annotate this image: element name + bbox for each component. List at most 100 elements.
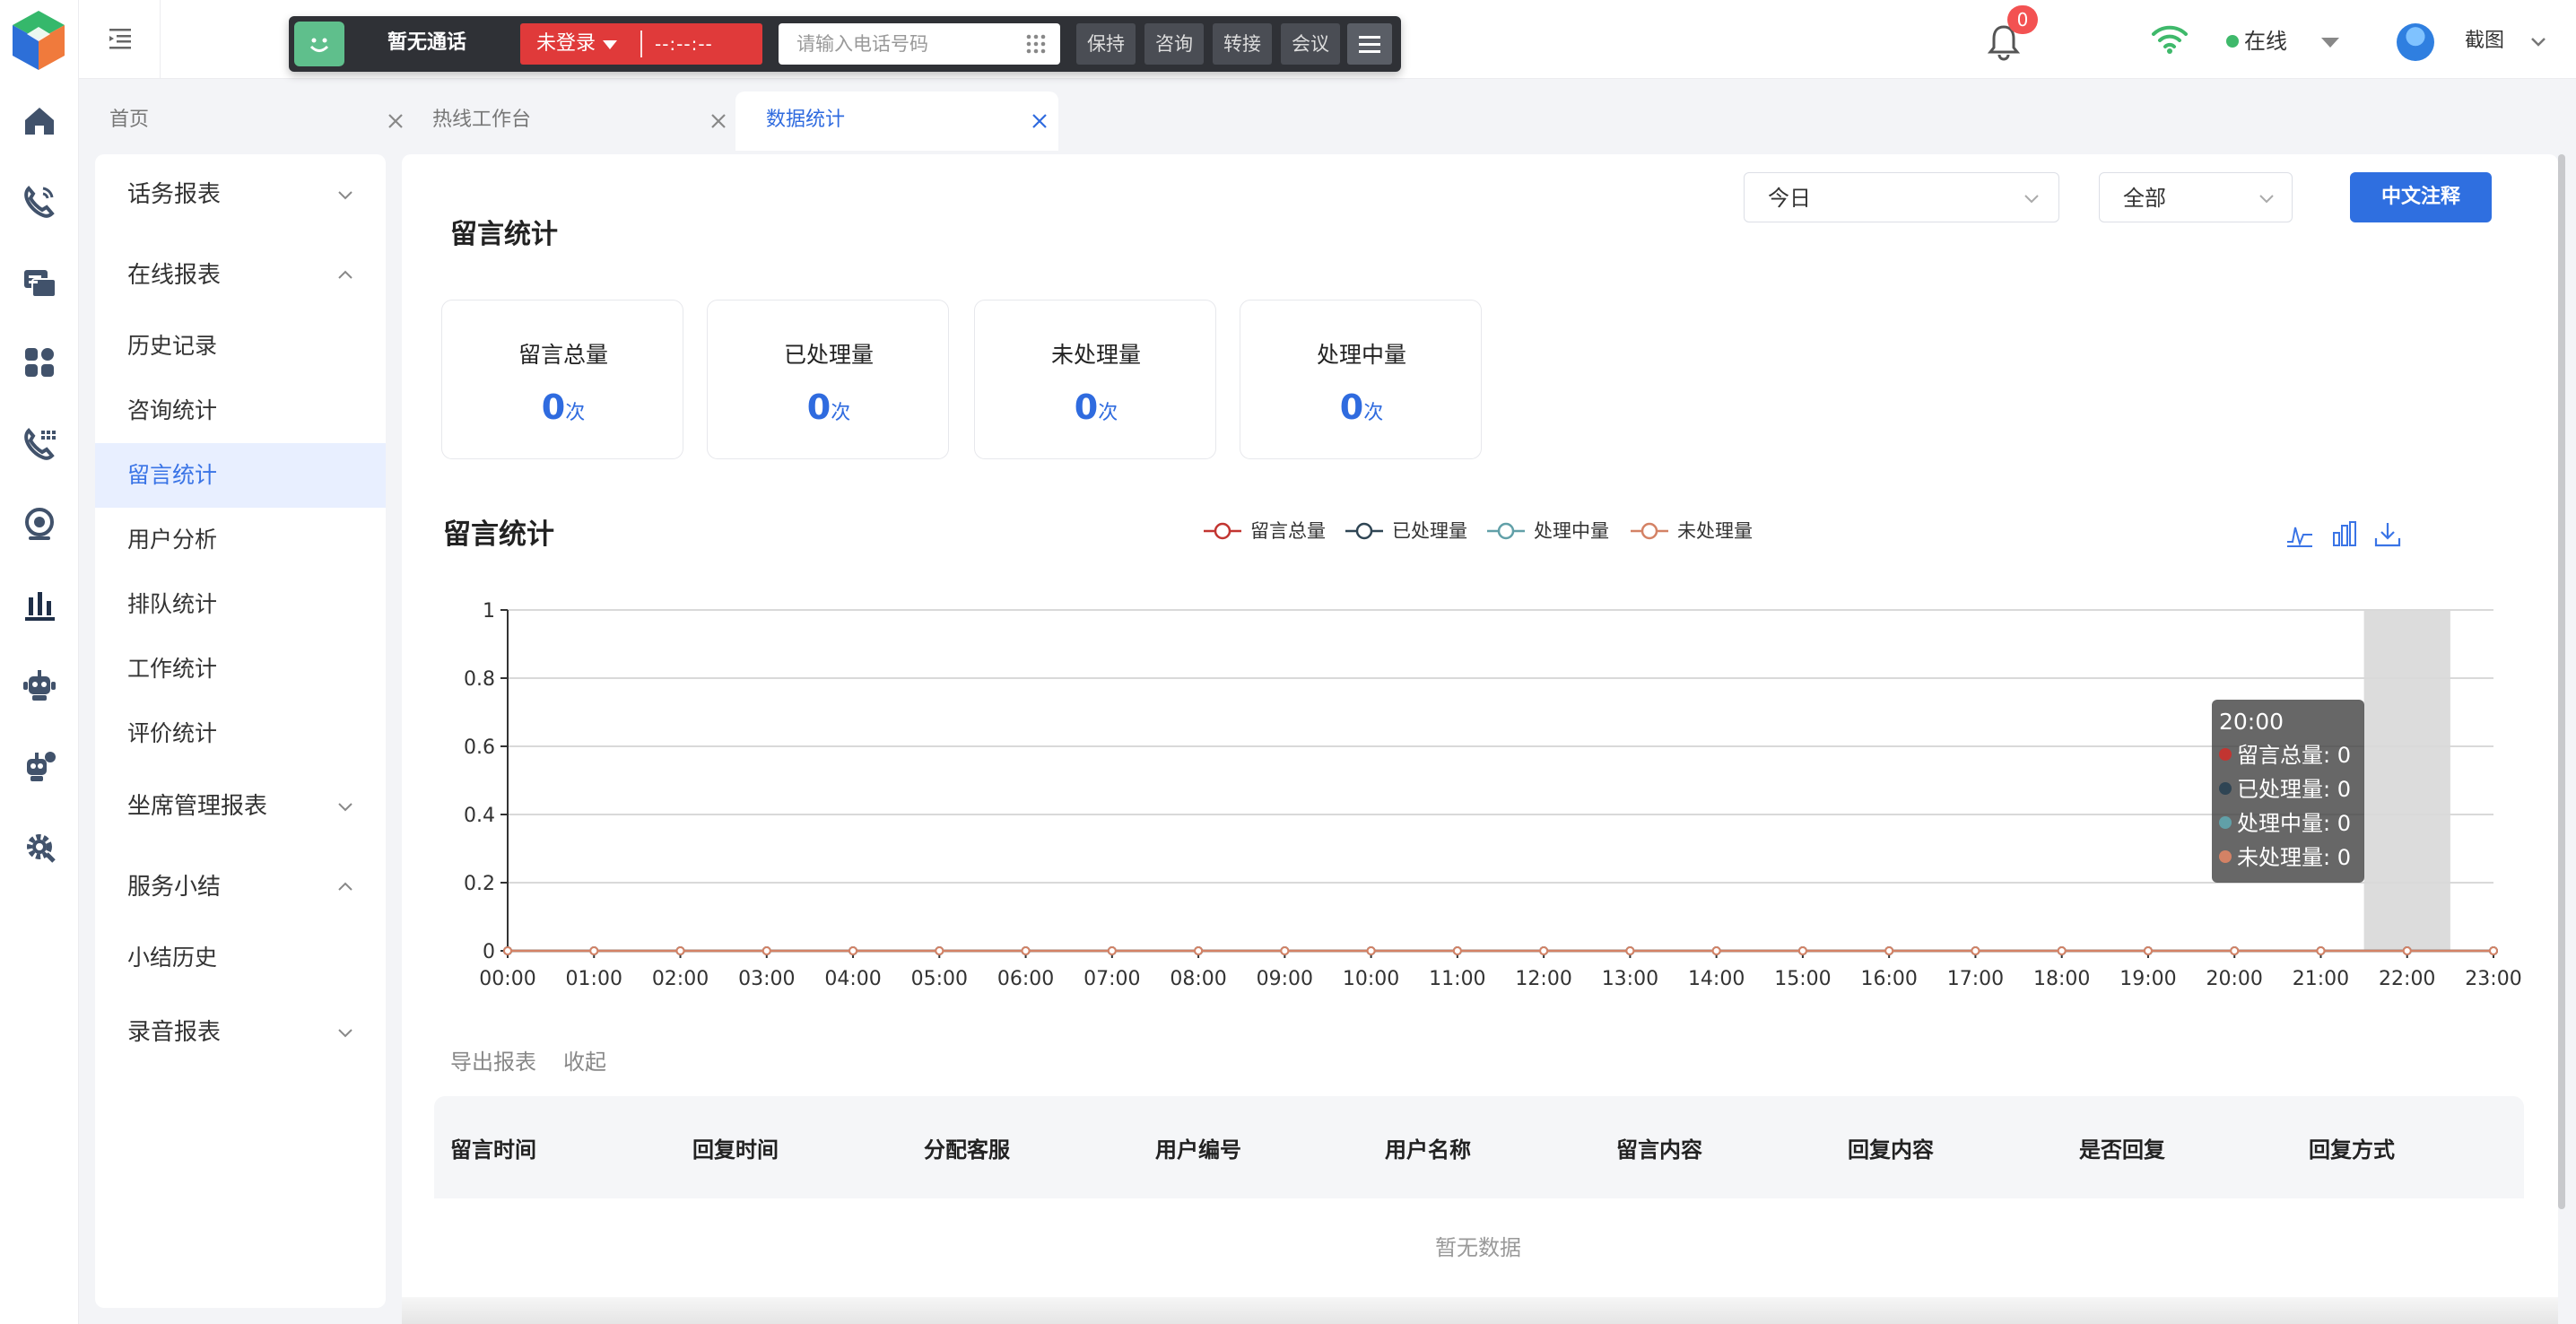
tooltip-row-text: 处理中量: 0 [2237,811,2351,836]
period-select[interactable]: 今日 [1744,172,2059,222]
bar-chart-toggle-icon[interactable] [2330,520,2359,549]
series-dot [2219,782,2232,795]
scope-select-value: 全部 [2123,186,2166,211]
sidebar-item-label: 用户分析 [127,527,218,553]
username[interactable]: 截图 [2465,25,2504,57]
x-tick-label: 17:00 [1947,968,2004,990]
chat-icon[interactable] [20,264,59,303]
chevron-down-icon [338,1029,352,1038]
scope-select[interactable]: 全部 [2099,172,2293,222]
avatar[interactable] [2397,23,2434,61]
line-chart-toggle-icon[interactable] [2285,520,2314,549]
tab-home[interactable]: 首页 [79,91,411,151]
consult-button[interactable]: 咨询 [1144,23,1204,65]
sidebar-group-agent-reports[interactable]: 坐席管理报表 [95,773,386,838]
chart-title: 留言统计 [443,518,554,551]
sidebar-item-summary-history[interactable]: 小结历史 [95,926,386,990]
column-header-replied: 是否回复 [2079,1137,2165,1163]
x-tick-label: 21:00 [2293,968,2349,990]
sidebar-item-history[interactable]: 历史记录 [95,314,386,379]
sidebar-item-message-stats[interactable]: 留言统计 [95,443,386,508]
robot-service-icon[interactable] [20,746,59,786]
sidebar-group-recording-reports[interactable]: 录音报表 [95,999,386,1064]
stat-value: 0次 [975,385,1217,437]
stat-unit: 次 [1363,402,1384,424]
sidebar-group-online-reports[interactable]: 在线报表 [95,242,386,307]
user-chevron-down-icon[interactable] [2529,36,2547,48]
sidebar-group-service-summary[interactable]: 服务小结 [95,854,386,919]
call-icon[interactable] [20,181,59,221]
vertical-scrollbar[interactable] [2558,154,2565,1209]
stat-number: 0 [1074,388,1099,427]
chinese-annotation-button[interactable]: 中文注释 [2350,172,2492,222]
sidebar-group-label: 话务报表 [127,181,222,208]
stat-value: 0次 [708,385,950,437]
sidebar-group-label: 坐席管理报表 [127,793,268,820]
close-icon[interactable] [709,111,728,131]
phone-number-input[interactable] [779,23,1060,65]
agent-status-icon[interactable] [294,22,344,66]
tooltip-time: 20:00 [2219,709,2284,735]
settings-icon[interactable] [20,827,59,867]
data-point [1797,946,1807,955]
sidebar-item-queue-stats[interactable]: 排队统计 [95,572,386,637]
login-status-dropdown[interactable]: 未登录 --:--:-- [520,23,762,65]
menu-collapse-icon[interactable] [106,23,135,52]
tab-hotline-workbench[interactable]: 热线工作台 [402,91,735,151]
conference-button[interactable]: 会议 [1281,23,1340,65]
sidebar-item-work-stats[interactable]: 工作统计 [95,637,386,701]
sidebar-item-user-analysis[interactable]: 用户分析 [95,508,386,572]
chart-tooltip: 20:00 留言总量: 0 已处理量: 0 处理中量: 0 未处理量: 0 [2212,700,2364,883]
x-tick-label: 15:00 [1774,968,1831,990]
sidebar-group-call-reports[interactable]: 话务报表 [95,161,386,226]
sidebar-item-consult-stats[interactable]: 咨询统计 [95,379,386,443]
chevron-down-icon[interactable] [2321,38,2339,48]
wifi-icon [2152,25,2188,54]
stat-value: 0次 [1240,385,1483,437]
close-icon[interactable] [1030,111,1049,131]
collapse-link[interactable]: 收起 [563,1048,606,1076]
sidebar-group-label: 在线报表 [127,262,222,289]
sidebar-item-rating-stats[interactable]: 评价统计 [95,701,386,766]
x-tick-label: 11:00 [1429,968,1485,990]
data-point [1021,946,1031,955]
sidebar-group-label: 服务小结 [127,874,222,901]
chart-icon[interactable] [20,585,59,624]
hotline-icon[interactable] [20,423,59,463]
download-icon[interactable] [2373,520,2402,549]
data-point [503,946,512,955]
column-header-message-time: 留言时间 [450,1137,536,1163]
data-point [1971,946,1980,955]
hold-button[interactable]: 保持 [1076,23,1136,65]
chevron-down-icon [338,803,352,812]
y-tick-label: 1 [483,600,495,623]
stat-label: 留言总量 [518,342,608,368]
data-point [1539,946,1549,955]
softphone-menu-icon[interactable] [1347,23,1392,65]
column-header-reply-time: 回复时间 [692,1137,779,1163]
data-point [675,946,685,955]
data-point [1194,946,1204,955]
transfer-button[interactable]: 转接 [1213,23,1272,65]
dialpad-icon[interactable] [1024,32,1048,56]
sidebar-item-label: 小结历史 [127,945,218,971]
stat-card-unprocessed: 未处理量 0次 [974,300,1216,459]
data-point [1452,946,1462,955]
export-report-link[interactable]: 导出报表 [450,1048,536,1076]
monitor-icon[interactable] [20,504,59,544]
robot-icon[interactable] [20,666,59,705]
tab-label: 热线工作台 [432,109,532,131]
data-point [761,946,771,955]
series-dot [2219,850,2232,863]
column-header-reply-method: 回复方式 [2309,1137,2395,1163]
stat-card-processing: 处理中量 0次 [1240,300,1482,459]
apps-icon[interactable] [20,343,59,382]
axis-pointer-shadow [2363,610,2450,951]
tooltip-row: 已处理量: 0 [2219,773,2351,806]
x-tick-label: 05:00 [911,968,968,990]
data-point [2230,946,2240,955]
tab-data-statistics[interactable]: 数据统计 [735,91,1058,151]
online-status-text[interactable]: 在线 [2244,25,2287,57]
home-icon[interactable] [20,100,59,140]
data-point [1107,946,1117,955]
